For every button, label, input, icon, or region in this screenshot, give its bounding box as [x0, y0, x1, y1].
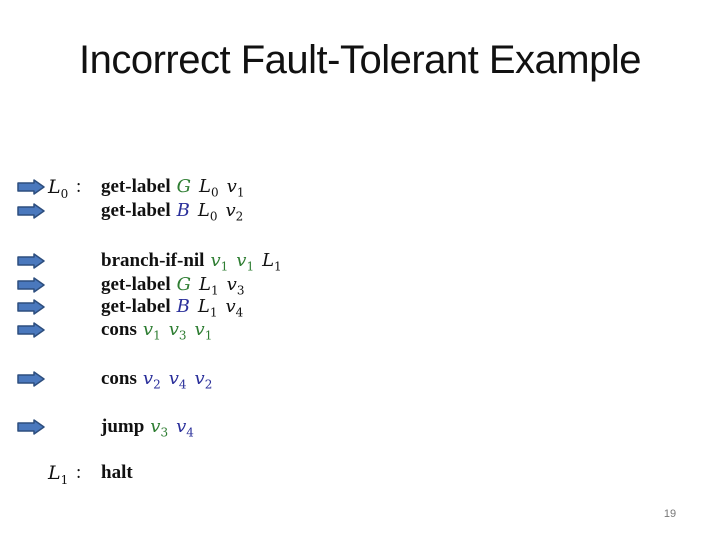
operand: v1: [194, 319, 213, 343]
operand: v3: [168, 319, 187, 343]
operand: L0: [199, 176, 219, 200]
slide-title: Incorrect Fault-Tolerant Example: [78, 38, 642, 82]
operand: B: [176, 200, 190, 221]
operand: v2: [194, 368, 213, 392]
instruction: cons v1 v3 v1: [101, 319, 220, 343]
right-arrow-icon: [17, 419, 45, 435]
page-number: 19: [663, 508, 677, 520]
right-arrow-icon: [17, 203, 45, 219]
instruction: get-label G L0 v1: [101, 176, 252, 200]
right-arrow-icon: [17, 299, 45, 315]
operand: L1: [199, 274, 219, 298]
program-line: get-label G L1 v3: [0, 274, 720, 298]
program-line: cons v1 v3 v1: [0, 319, 720, 343]
operand: G: [176, 176, 192, 197]
operand: v4: [176, 416, 194, 440]
opcode: cons: [101, 319, 137, 340]
operand: v1: [236, 250, 255, 274]
opcode: jump: [101, 416, 145, 437]
operand: B: [176, 296, 190, 317]
label-colon: :: [76, 462, 82, 483]
program-line: get-label B L1 v4: [0, 296, 720, 320]
right-arrow-icon: [17, 253, 45, 269]
instruction: cons v2 v4 v2: [101, 368, 220, 392]
opcode: get-label: [101, 176, 171, 197]
operand: v4: [168, 368, 187, 392]
operand: v3: [150, 416, 169, 440]
operand: v2: [142, 368, 161, 392]
opcode: get-label: [101, 274, 171, 295]
opcode: get-label: [101, 200, 171, 221]
program-line: L1: halt: [0, 462, 720, 487]
instruction: get-label B L1 v4: [101, 296, 251, 320]
operand: v3: [226, 274, 245, 298]
line-label: L0: [48, 176, 69, 201]
program-line: branch-if-nil v1 v1 L1: [0, 250, 720, 274]
operand: L0: [197, 200, 218, 224]
operand: L1: [262, 250, 282, 274]
instruction: jump v3 v4: [101, 416, 202, 440]
right-arrow-icon: [17, 179, 45, 195]
operand: v4: [225, 296, 244, 320]
instruction: get-label G L1 v3: [101, 274, 252, 298]
right-arrow-icon: [17, 277, 45, 293]
opcode: get-label: [101, 296, 171, 317]
right-arrow-icon: [17, 371, 45, 387]
program-line: jump v3 v4: [0, 416, 720, 440]
operand: G: [176, 274, 192, 295]
operand: v1: [210, 250, 229, 274]
right-arrow-icon: [17, 322, 45, 338]
program-line: L0: get-label G L0 v1: [0, 176, 720, 201]
opcode: cons: [101, 368, 137, 389]
program-line: cons v2 v4 v2: [0, 368, 720, 392]
operand: v1: [142, 319, 161, 343]
line-label: L1: [48, 462, 69, 487]
label-colon: :: [76, 176, 82, 197]
instruction: get-label B L0 v2: [101, 200, 251, 224]
instruction: halt: [101, 462, 139, 484]
instruction: branch-if-nil v1 v1 L1: [101, 250, 290, 274]
operand: v2: [225, 200, 244, 224]
opcode: branch-if-nil: [101, 250, 205, 271]
opcode: halt: [101, 462, 133, 483]
program-line: get-label B L0 v2: [0, 200, 720, 224]
operand: L1: [197, 296, 218, 320]
operand: v1: [226, 176, 245, 200]
